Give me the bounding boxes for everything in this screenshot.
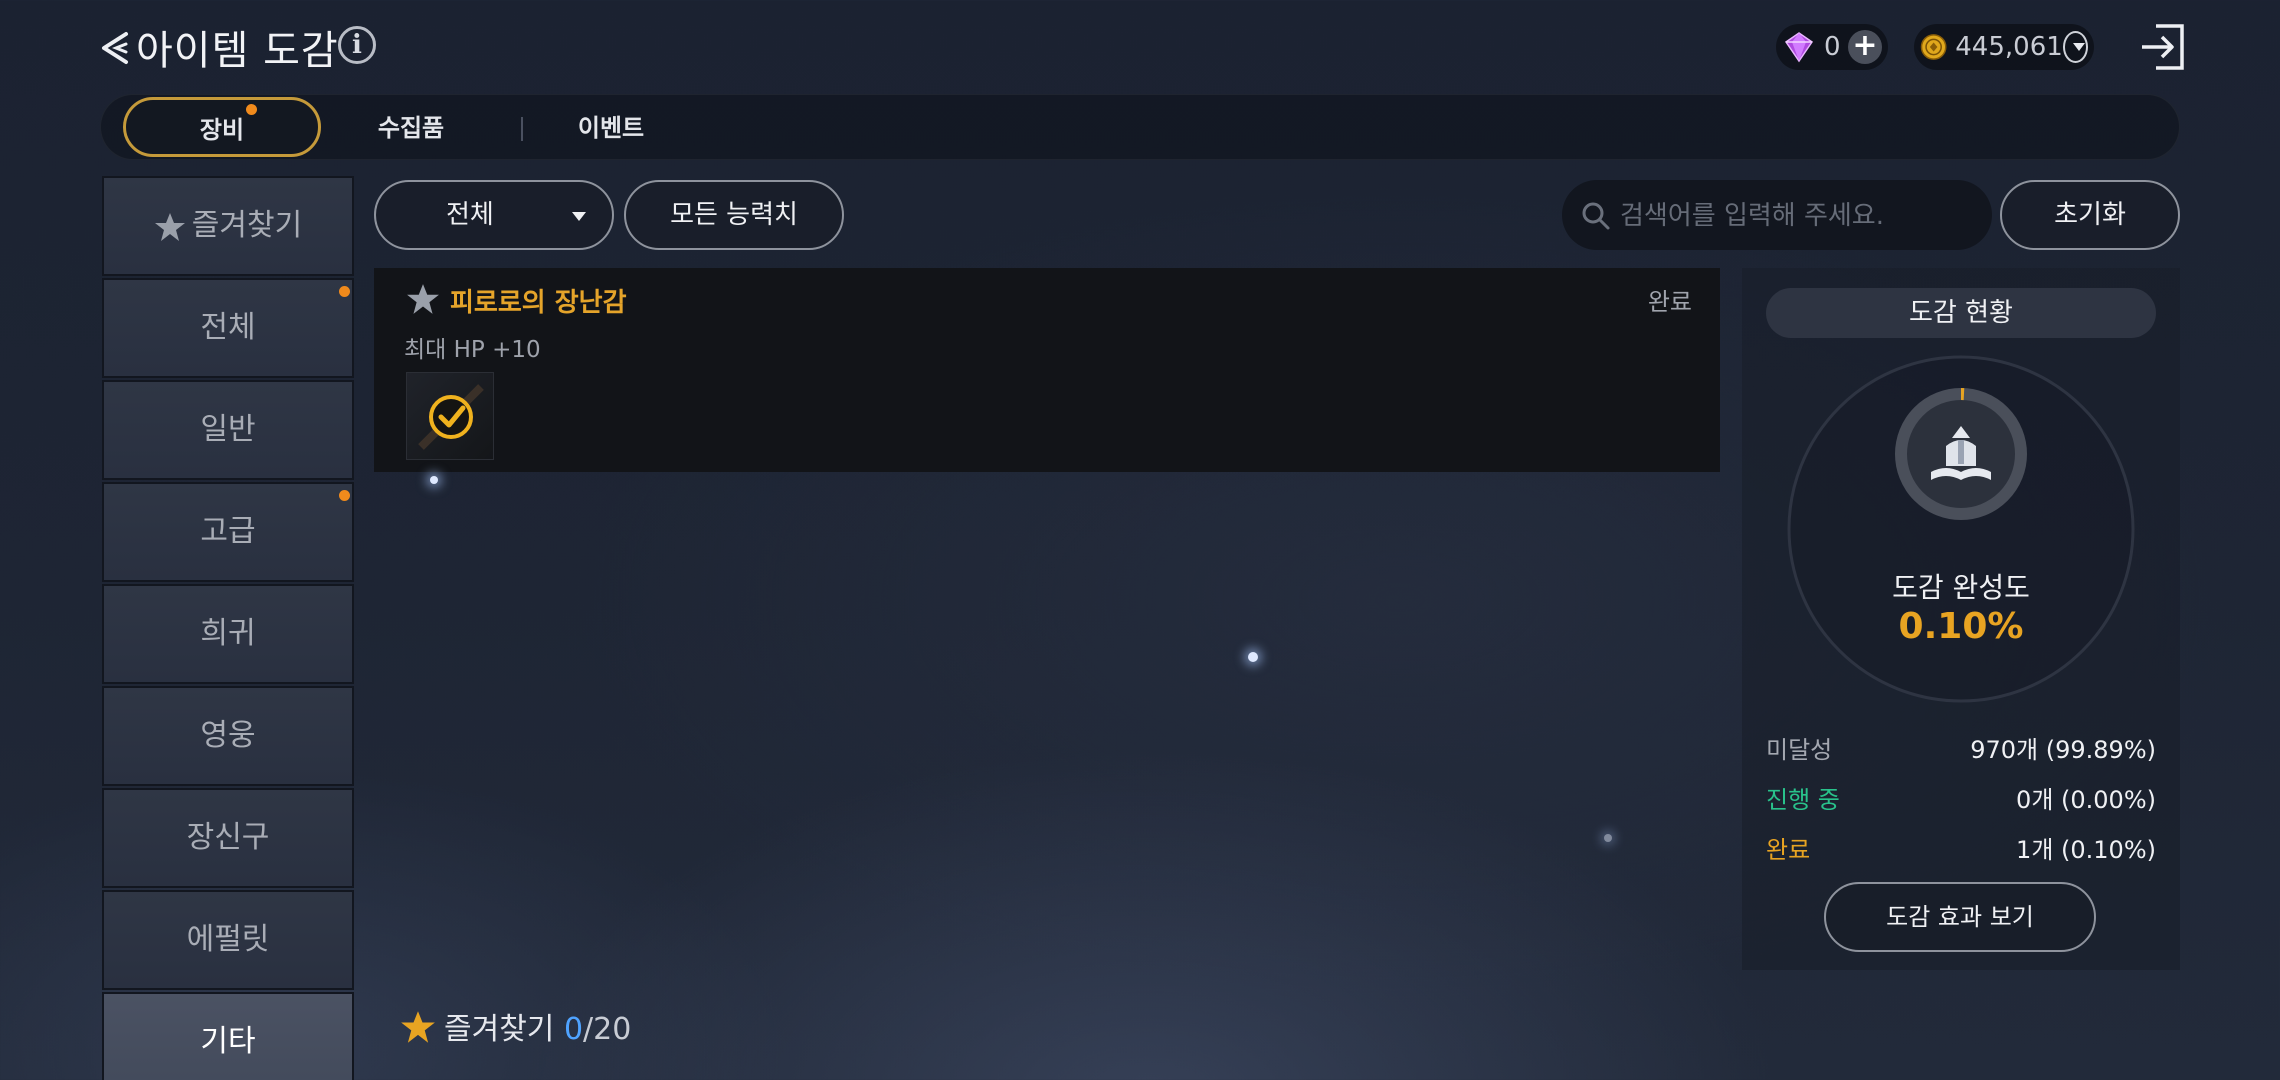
sidebar-item-label: 에펄릿 <box>186 922 270 957</box>
sidebar-item-misc[interactable]: 기타 <box>102 992 354 1080</box>
gold-amount: 445,061 <box>1955 32 2063 62</box>
search-icon <box>1582 202 1610 230</box>
favorites-label: 즐겨찾기 <box>444 1012 555 1047</box>
sidebar-item-epaulet[interactable]: 에펄릿 <box>102 890 354 990</box>
favorites-counter: 즐겨찾기 0/20 <box>400 1004 631 1048</box>
sidebar-item-label: 희귀 <box>200 616 256 651</box>
stat-label: 진행 중 <box>1766 786 1840 814</box>
stat-value: 970개 (99.89%) <box>1970 736 2156 764</box>
stat-value: 0개 (0.00%) <box>2016 786 2156 814</box>
info-icon[interactable]: i <box>338 26 376 64</box>
stat-label: 미달성 <box>1766 736 1833 764</box>
new-badge <box>246 104 257 115</box>
collection-entry[interactable]: 피로로의 장난감 완료 최대 HP +10 <box>374 268 1720 472</box>
tab-equipment[interactable]: 장비 <box>123 97 321 157</box>
star-icon <box>401 1011 435 1043</box>
sparkle-decoration <box>1604 834 1612 842</box>
sidebar-item-label: 전체 <box>200 310 256 345</box>
search-box <box>1562 180 1992 250</box>
entry-effect: 최대 HP +10 <box>404 337 541 363</box>
gem-currency: 0 + <box>1776 24 1888 70</box>
page-title: 아이템 도감 <box>136 28 339 74</box>
star-icon <box>154 212 185 241</box>
new-badge <box>339 286 350 297</box>
sidebar-item-label: 장신구 <box>186 820 270 855</box>
collection-status-panel: 도감 현황 도감 완성도 0.10% 미달성 970개 (99.89%) 진행 … <box>1742 268 2180 970</box>
completion-value: 0.10% <box>1898 606 2024 647</box>
reset-button[interactable]: 초기화 <box>2000 180 2180 250</box>
tab-label: 장비 <box>199 116 245 144</box>
search-input[interactable] <box>1618 192 1982 240</box>
item-slot[interactable] <box>406 372 494 460</box>
check-icon <box>418 384 484 450</box>
tab-label: 수집품 <box>377 114 445 142</box>
dropdown-icon[interactable] <box>2062 31 2088 63</box>
tab-label: 이벤트 <box>577 114 645 142</box>
stat-label: 완료 <box>1766 836 1811 864</box>
category-dropdown-label: 전체 <box>446 200 494 230</box>
reset-button-label: 초기화 <box>2054 200 2126 230</box>
completion-label: 도감 완성도 <box>1892 571 2030 604</box>
gold-currency: 445,061 <box>1914 24 2094 70</box>
stat-row-incomplete: 미달성 970개 (99.89%) <box>1766 730 2156 770</box>
sidebar-item-label: 일반 <box>200 412 256 447</box>
category-dropdown[interactable]: 전체 <box>374 180 614 250</box>
sidebar-item-accessory[interactable]: 장신구 <box>102 788 354 888</box>
sidebar-item-label: 기타 <box>200 1024 256 1059</box>
view-effects-button[interactable]: 도감 효과 보기 <box>1824 882 2096 952</box>
sidebar-item-label: 고급 <box>200 514 256 549</box>
sidebar-item-advanced[interactable]: 고급 <box>102 482 354 582</box>
sidebar-item-favorites[interactable]: 즐겨찾기 <box>102 176 354 276</box>
back-chevron-icon[interactable] <box>96 26 136 70</box>
grade-sidebar: 즐겨찾기 전체 일반 고급 희귀 영웅 장신구 에펄릿 기타 <box>102 176 354 1080</box>
completion-gauge <box>1787 355 2135 703</box>
tab-divider <box>521 117 523 141</box>
tab-event[interactable]: 이벤트 <box>551 95 671 161</box>
gem-amount: 0 <box>1824 32 1841 62</box>
sidebar-item-label: 영웅 <box>200 718 256 753</box>
favorites-current: 0 <box>563 1012 584 1047</box>
favorites-total: /20 <box>583 1012 632 1047</box>
new-badge <box>339 490 350 501</box>
chevron-down-icon <box>572 212 586 221</box>
gem-icon <box>1784 32 1814 63</box>
sidebar-item-all[interactable]: 전체 <box>102 278 354 378</box>
sidebar-item-rare[interactable]: 희귀 <box>102 584 354 684</box>
category-tab-bar: 장비 수집품 이벤트 <box>100 94 2180 160</box>
stats-filter-label: 모든 능력치 <box>670 200 798 230</box>
stats-filter-button[interactable]: 모든 능력치 <box>624 180 844 250</box>
panel-title: 도감 현황 <box>1766 288 2156 338</box>
view-effects-label: 도감 효과 보기 <box>1886 903 2034 931</box>
sidebar-item-normal[interactable]: 일반 <box>102 380 354 480</box>
sidebar-item-label: 즐겨찾기 <box>191 208 303 243</box>
stat-row-in-progress: 진행 중 0개 (0.00%) <box>1766 780 2156 820</box>
star-icon[interactable] <box>406 282 440 316</box>
exit-icon[interactable] <box>2136 20 2190 74</box>
entry-status: 완료 <box>1647 288 1692 316</box>
stat-value: 1개 (0.10%) <box>2016 836 2156 864</box>
sidebar-item-heroic[interactable]: 영웅 <box>102 686 354 786</box>
stat-row-complete: 완료 1개 (0.10%) <box>1766 830 2156 870</box>
gold-coin-icon <box>1920 34 1947 60</box>
tab-collectibles[interactable]: 수집품 <box>351 95 471 161</box>
sparkle-decoration <box>430 476 438 484</box>
entry-name: 피로로의 장난감 <box>450 288 627 318</box>
sparkle-decoration <box>1248 652 1258 662</box>
plus-icon[interactable]: + <box>1848 30 1882 64</box>
